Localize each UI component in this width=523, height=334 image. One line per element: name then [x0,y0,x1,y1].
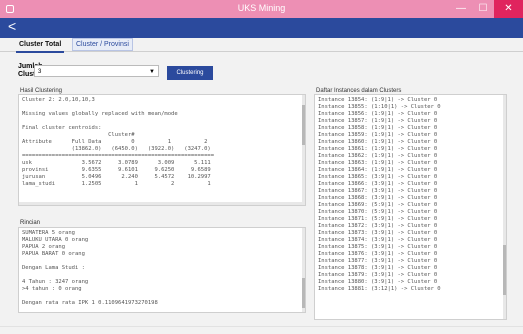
cluster-count-value: 3 [38,69,42,75]
hasil-text-line: lama_studi 1.2505 1 2 1 [22,181,211,187]
daftar-text-line: Instance 13868: (3:9|1) -> Cluster 0 [318,195,438,201]
chevron-down-icon: ▼ [149,69,155,75]
title-bar: UKS Mining — ☐ ✕ [0,0,523,18]
daftar-text-line: Instance 13865: (3:9|1) -> Cluster 0 [318,174,438,180]
window-title: UKS Mining [237,3,286,13]
clustering-button[interactable]: Clustering [167,66,213,80]
maximize-button[interactable]: ☐ [472,0,494,18]
rincian-vertical-scrollbar[interactable] [302,228,305,312]
hasil-scroll-thumb[interactable] [302,105,305,145]
close-button[interactable]: ✕ [494,0,523,18]
rincian-textarea[interactable]: SUMATERA 5 orang MALUKU UTARA 0 orang PAPU… [18,227,306,313]
hasil-clustering-textarea[interactable]: Cluster 2: 2.0,10,10,3 Missing values glo… [18,94,306,206]
rincian-text-line: Dengan rata rata IPK 1 0.110964197327019… [22,300,158,306]
daftar-text-line: Instance 13854: (1:9|1) -> Cluster 0 [318,97,438,103]
daftar-text-line: Instance 13866: (3:9|1) -> Cluster 0 [318,181,438,187]
rincian-scroll-thumb[interactable] [302,278,305,308]
hasil-text-line: usk 3.5672 3.0789 3.009 5.111 [22,160,211,166]
hasil-text-line: Cluster# [22,132,135,138]
daftar-text-line: Instance 13872: (3:9|1) -> Cluster 0 [318,223,438,229]
rincian-text-line: 4 Tahun : 3247 orang [22,279,89,285]
daftar-text-line: Instance 13879: (3:9|1) -> Cluster 0 [318,272,438,278]
daftar-text-line: Instance 13878: (3:9|1) -> Cluster 0 [318,265,438,271]
bottom-divider [0,326,523,327]
rincian-text-line: PAPUA BARAT 0 orang [22,251,85,257]
hasil-horizontal-scrollbar[interactable] [19,202,305,205]
daftar-text-line: Instance 13857: (1:9|1) -> Cluster 0 [318,118,438,124]
app-window: UKS Mining — ☐ ✕ < Cluster Total Cluster… [0,0,523,334]
cluster-count-select[interactable]: 3 ▼ [34,65,159,77]
rincian-text-line: SUMATERA 5 orang [22,230,75,236]
daftar-text-line: Instance 13861: (1:9|1) -> Cluster 0 [318,146,438,152]
hasil-text-line: Final cluster centroids: [22,125,102,131]
tab-bar: Cluster Total Cluster / Provinsi [0,38,523,53]
daftar-text-line: Instance 13860: (1:9|1) -> Cluster 0 [318,139,438,145]
hasil-text-line: Attribute Full Data 0 1 2 [22,139,208,145]
daftar-text-line: Instance 13864: (1:9|1) -> Cluster 0 [318,167,438,173]
hasil-text-line: provinsi 9.6355 9.6101 9.6250 9.6589 [22,167,211,173]
hasil-text-line: (13862.0) (6450.0) (3922.0) (3247.0) [22,146,211,152]
rincian-text-line: PAPUA 2 orang [22,244,66,250]
daftar-text-line: Instance 13856: (1:9|1) -> Cluster 0 [318,111,438,117]
rincian-label: Rincian [20,220,41,226]
daftar-text-line: Instance 13863: (1:9|1) -> Cluster 0 [318,160,438,166]
back-arrow-icon[interactable]: < [8,18,16,34]
hasil-text-line: jurusan 5.0496 2.240 5.4572 10.2997 [22,174,211,180]
rincian-text-line: MALUKU UTARA 0 orang [22,237,89,243]
tab-cluster-provinsi[interactable]: Cluster / Provinsi [72,38,133,51]
daftar-text-line: Instance 13855: (1:10|1) -> Cluster 0 [318,104,441,110]
tab-cluster-total[interactable]: Cluster Total [16,38,65,53]
daftar-text-line: Instance 13867: (3:9|1) -> Cluster 0 [318,188,438,194]
hasil-text-line: ========================================… [22,153,215,159]
daftar-vertical-scrollbar[interactable] [503,95,506,319]
daftar-text-line: Instance 13874: (3:9|1) -> Cluster 0 [318,237,438,243]
daftar-text-line: Instance 13871: (5:9|1) -> Cluster 0 [318,216,438,222]
daftar-text-line: Instance 13870: (5:9|1) -> Cluster 0 [318,209,438,215]
daftar-instances-textarea[interactable]: Instance 13854: (1:9|1) -> Cluster 0 Inst… [314,94,507,320]
hasil-text-line: Cluster 2: 2.0,10,10,3 [22,97,95,103]
minimize-button[interactable]: — [450,0,472,18]
daftar-text-line: Instance 13877: (3:9|1) -> Cluster 0 [318,258,438,264]
daftar-text-line: Instance 13873: (3:9|1) -> Cluster 0 [318,230,438,236]
daftar-text-line: Instance 13869: (5:9|1) -> Cluster 0 [318,202,438,208]
rincian-text-line: Dengan Lama Studi : [22,265,85,271]
daftar-text-line: Instance 13859: (1:9|1) -> Cluster 0 [318,132,438,138]
daftar-text-line: Instance 13875: (3:9|1) -> Cluster 0 [318,244,438,250]
hasil-vertical-scrollbar[interactable] [302,95,305,205]
daftar-text-line: Instance 13862: (1:9|1) -> Cluster 0 [318,153,438,159]
rincian-text-line: >4 tahun : 0 orang [22,286,82,292]
daftar-text-line: Instance 13880: (3:9|1) -> Cluster 0 [318,279,438,285]
daftar-text-line: Instance 13881: (3:12|1) -> Cluster 0 [318,286,441,292]
daftar-text-line: Instance 13858: (1:9|1) -> Cluster 0 [318,125,438,131]
nav-bar: < [0,18,523,34]
hasil-text-line: Missing values globally replaced with me… [22,111,178,117]
daftar-text-line: Instance 13876: (3:9|1) -> Cluster 0 [318,251,438,257]
daftar-scroll-thumb[interactable] [503,245,506,295]
